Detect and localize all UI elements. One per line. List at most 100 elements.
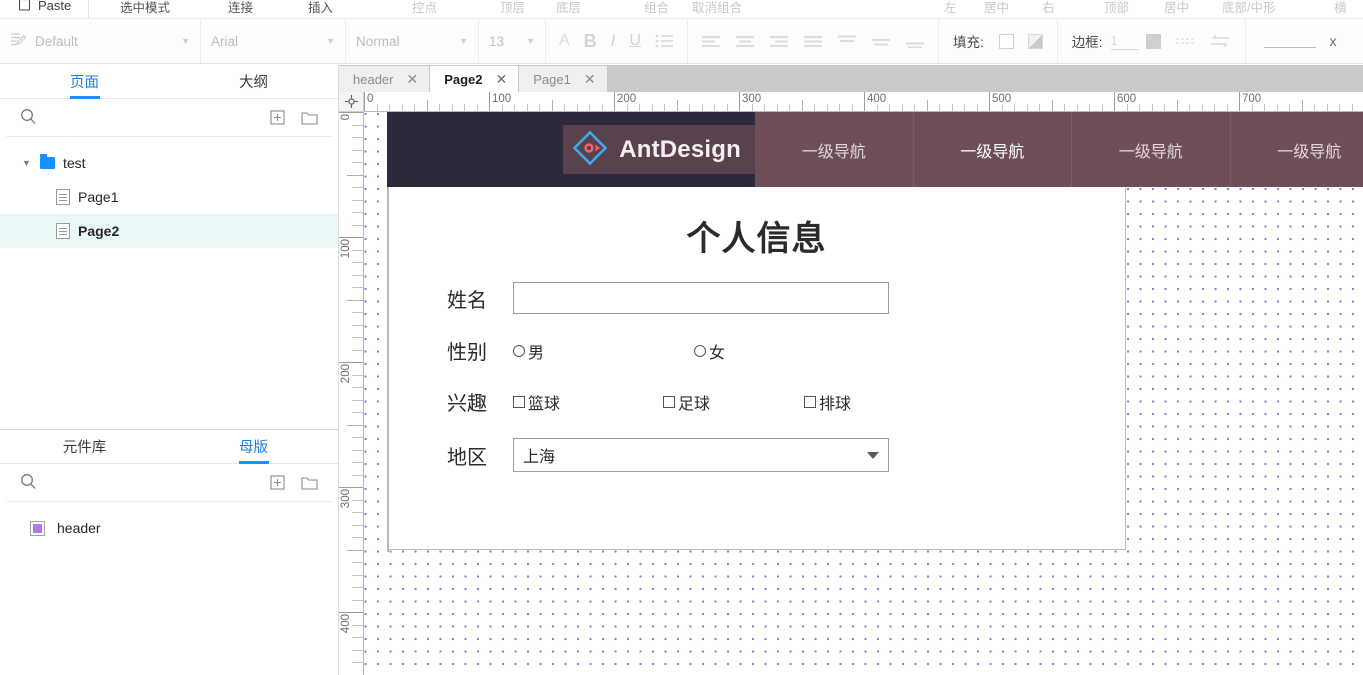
ribbon-top-item[interactable]: 左 [944,0,957,16]
close-icon[interactable]: ✕ [496,72,508,86]
underline-icon[interactable]: U [629,32,641,50]
border-dash-icon[interactable] [1175,35,1195,47]
radio-option[interactable]: 女 [694,339,725,363]
align-center-icon[interactable] [735,35,755,48]
add-folder-icon[interactable] [301,111,318,125]
name-input[interactable] [513,282,889,314]
add-master-folder-icon[interactable] [301,476,318,490]
fill-none-swatch[interactable] [998,33,1014,49]
paste-label: Paste [38,0,72,13]
style-dropdown[interactable]: Default ▼ [0,19,200,63]
ruler-tick [426,100,428,111]
ruler-tick [352,324,363,326]
align-justify-icon[interactable] [803,35,823,48]
region-select[interactable]: 上海 [513,438,889,472]
profile-form-card[interactable]: 个人信息 姓名 性别男女兴趣 篮球 足球 排球 地区 上海 [387,187,1126,550]
border-color-swatch[interactable] [1145,33,1161,49]
ruler-tick [1189,104,1190,111]
clear-style-button[interactable]: x [1330,33,1337,49]
font-weight-dropdown[interactable]: Normal ▼ [346,19,478,63]
tree-folder[interactable]: ▼ test [0,146,338,180]
ribbon-top-item[interactable]: 顶层 [500,0,525,16]
canvas-tab[interactable]: Page2 ✕ [430,66,520,92]
close-icon[interactable]: ✕ [406,72,418,86]
ribbon-top-item[interactable]: 控点 [412,0,437,16]
canvas-tab[interactable]: header ✕ [339,66,431,92]
checkbox-icon[interactable] [804,395,817,408]
valign-bottom-icon[interactable] [905,34,925,48]
font-family-dropdown[interactable]: Arial ▼ [201,19,345,63]
form-fields: 姓名 性别男女兴趣 篮球 足球 排球 地区 上海 [388,282,1125,472]
bullet-list-icon[interactable] [655,34,674,48]
checkbox-icon[interactable] [663,395,676,408]
radio-option[interactable]: 男 [513,339,544,363]
checkbox-option[interactable]: 排球 [804,390,851,414]
line-preview[interactable] [1263,34,1316,48]
checkbox-icon[interactable] [513,395,525,408]
border-group: 边框: 1 [1058,19,1246,63]
masters-tab-0[interactable]: 元件库 [0,430,169,463]
search-icon[interactable] [20,108,37,128]
radio-icon[interactable] [513,344,525,357]
close-icon[interactable]: ✕ [584,72,596,86]
horizontal-ruler[interactable]: 0 100 200 300 400 500 600 700 [364,92,1363,112]
align-right-icon[interactable] [769,35,789,48]
master-item-label: header [57,520,101,536]
valign-top-icon[interactable] [837,34,857,48]
ribbon-top-item[interactable]: 横 [1334,0,1347,16]
ribbon-top-item[interactable]: 居中 [984,0,1009,16]
canvas-tab[interactable]: Page1 ✕ [519,66,608,92]
ribbon-top-item[interactable]: 取消组合 [692,0,742,16]
masters-tab-1[interactable]: 母版 [169,430,338,463]
bold-icon[interactable]: B [584,31,597,52]
ruler-origin-button[interactable] [339,92,364,112]
tree-page-item[interactable]: Page2 [0,214,338,248]
valign-middle-icon[interactable] [871,34,891,48]
font-color-icon[interactable]: A [559,32,570,50]
ruler-tick [939,104,940,111]
radio-icon[interactable] [694,344,707,357]
master-list-item[interactable]: header [0,511,338,545]
ruler-tick [464,104,465,111]
ribbon-top-item[interactable]: 居中 [1164,0,1189,16]
ruler-tick [676,100,678,111]
checkbox-option[interactable]: 足球 [663,390,710,414]
ribbon-top-item[interactable]: 连接 [228,0,253,16]
ribbon-top-item[interactable]: 插入 [308,0,333,16]
nav-item[interactable]: 一级导航 [755,112,913,187]
tree-page-item[interactable]: Page1 [0,180,338,214]
site-header-master[interactable]: AntDesign 一级导航 一级导航 一级导航 一级导航 [387,112,1363,187]
app-root: Paste 选中模式 连接 插入 控点 顶层 底层 组合 取消组合 左 居中 右 顶部 居中 底部/中形 横… [0,0,1363,675]
vertical-ruler[interactable]: 0 100 200 300 400 [339,112,364,675]
nav-item[interactable]: 一级导航 [1229,112,1363,187]
add-page-icon[interactable] [270,110,285,125]
search-icon[interactable] [20,473,37,493]
nav-item[interactable]: 一级导航 [912,112,1072,187]
ribbon-top-item[interactable]: 顶部 [1104,0,1129,16]
ribbon-top-item[interactable]: 选中模式 [120,0,170,16]
region-select-value: 上海 [523,449,556,466]
chevron-down-icon[interactable] [867,451,879,459]
align-left-icon[interactable] [701,35,721,48]
ribbon-top-item[interactable]: 右 [1042,0,1055,16]
nav-item[interactable]: 一级导航 [1071,112,1230,187]
ruler-tick [789,104,790,111]
add-master-icon[interactable] [270,475,285,490]
chevron-down-icon[interactable]: ▼ [22,158,32,168]
ribbon-top-item[interactable]: 组合 [644,0,669,16]
font-size-dropdown[interactable]: 13 ▼ [479,19,545,63]
ribbon-top-item[interactable]: 底层 [556,0,581,16]
checkbox-option[interactable]: 篮球 [513,390,560,414]
border-width-input[interactable]: 1 [1110,33,1139,50]
design-stage[interactable]: AntDesign 一级导航 一级导航 一级导航 一级导航 个人信息 姓名 性别男女兴趣… [364,112,1363,675]
fill-gradient-swatch[interactable] [1027,33,1043,49]
ruler-tick [889,104,890,111]
paste-button[interactable]: Paste [18,0,71,14]
pages-tab-0[interactable]: 页面 [0,65,169,98]
italic-icon[interactable]: I [611,31,616,51]
canvas-area: header ✕ Page2 ✕ Page1 ✕ 0 100 200 300 400 500 600 7… [339,65,1363,675]
brand-logo-block[interactable]: AntDesign [563,125,755,174]
pages-tab-1[interactable]: 大纲 [169,65,338,98]
arrow-style-icon[interactable] [1209,34,1231,48]
ribbon-top-item[interactable]: 底部/中形 [1222,0,1275,16]
